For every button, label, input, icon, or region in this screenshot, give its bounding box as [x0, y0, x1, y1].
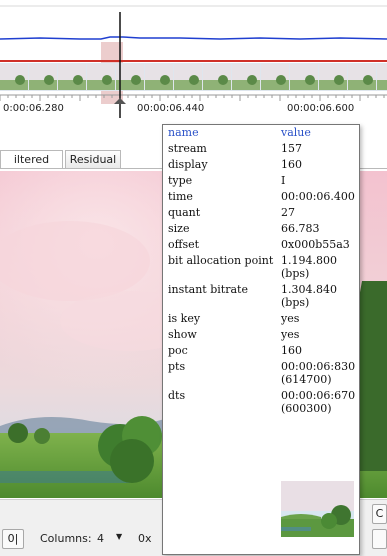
header-name: name	[168, 126, 199, 139]
tooltip-header-row: name value	[163, 125, 359, 141]
tooltip-row-value: 66.783	[281, 222, 320, 235]
tooltip-row-value: 160	[281, 158, 302, 171]
tooltip-row-value: 00:00:06:670 (600300)	[281, 389, 356, 415]
tooltip-row-name: type	[168, 174, 193, 187]
tooltip-row-value: 157	[281, 142, 302, 155]
tooltip-row: dts 00:00:06:670 (600300)	[163, 388, 359, 417]
ruler-ticks	[0, 95, 385, 101]
tooltip-row-name: time	[168, 190, 193, 203]
tooltip-row-name: bit allocation point	[168, 254, 274, 267]
frame-info-tooltip: name value stream 157 display 160 type Itime 0…	[162, 124, 360, 555]
columns-label: Columns:	[40, 532, 92, 545]
tooltip-row: size 66.783	[163, 221, 359, 237]
tooltip-row-name: quant	[168, 206, 201, 219]
tooltip-row: poc 160	[163, 343, 359, 359]
tooltip-row: quant 27	[163, 205, 359, 221]
tooltip-row-value: yes	[281, 328, 300, 341]
tooltip-row: bit allocation point 1.194.800 (bps)	[163, 253, 359, 282]
tooltip-row-name: size	[168, 222, 190, 235]
timeline-thumbnail	[0, 64, 28, 90]
toolbar-button-left[interactable]: 0|	[2, 529, 24, 549]
tooltip-row-name: show	[168, 328, 197, 341]
columns-dropdown-chevron-icon[interactable]: ▼	[116, 532, 122, 541]
timeline-thumbnail	[203, 64, 231, 90]
tooltip-row-value: 0x000b55a3	[281, 238, 350, 251]
river	[0, 471, 130, 483]
timeline-thumbnail	[261, 64, 289, 90]
tooltip-row-value: I	[281, 174, 286, 187]
tooltip-row: offset 0x000b55a3	[163, 237, 359, 253]
tooltip-row-value: yes	[281, 312, 300, 325]
frame-thumbnail-image	[281, 481, 354, 537]
toolbar-button-right[interactable]: C	[372, 504, 387, 524]
tooltip-row-name: offset	[168, 238, 200, 251]
timeline-thumbnail	[377, 64, 387, 90]
tooltip-row-value: 00:00:06.400	[281, 190, 355, 203]
tree	[34, 428, 50, 444]
bitrate-series	[0, 36, 387, 40]
tab-residual[interactable]: Residual	[65, 150, 121, 168]
view-tabs: iltered Residual	[0, 150, 170, 170]
timeline-thumbnail	[29, 64, 57, 90]
toolbar-scroll-button[interactable]	[372, 529, 387, 549]
tooltip-rows: stream 157 display 160 type Itime 00:00:06.400…	[163, 141, 359, 417]
timeline-thumbnail	[174, 64, 202, 90]
time-tick-label: 0:00:06.280	[3, 103, 64, 114]
tooltip-row-value: 160	[281, 344, 302, 357]
hex-checkbox-label[interactable]: 0x	[138, 532, 152, 545]
tooltip-row: pts 00:00:06:830 (614700)	[163, 359, 359, 388]
tooltip-row: instant bitrate 1.304.840 (bps)	[163, 282, 359, 311]
tooltip-row: is key yes	[163, 311, 359, 327]
tooltip-row: type I	[163, 173, 359, 189]
tab-filtered[interactable]: iltered	[0, 150, 63, 168]
tooltip-row-name: display	[168, 158, 208, 171]
tooltip-row-value: 1.304.840 (bps)	[281, 283, 337, 309]
tooltip-row-name: poc	[168, 344, 188, 357]
timeline-thumbnail	[232, 64, 260, 90]
tooltip-row-value: 1.194.800 (bps)	[281, 254, 337, 280]
header-value: value	[281, 126, 311, 139]
timeline-thumbnail	[145, 64, 173, 90]
bush	[110, 439, 154, 483]
timeline-thumbnail	[319, 64, 347, 90]
timeline-thumbnail	[348, 64, 376, 90]
frame-timeline[interactable]: 0:00:06.280 00:00:06.440 00:00:06.600	[0, 0, 387, 118]
columns-value[interactable]: 4	[97, 532, 104, 545]
time-tick-label: 00:00:06.440	[137, 103, 205, 114]
tooltip-row-name: stream	[168, 142, 207, 155]
tooltip-row-name: instant bitrate	[168, 283, 248, 296]
tooltip-row-name: pts	[168, 360, 186, 373]
tree	[8, 423, 28, 443]
tooltip-row-value: 27	[281, 206, 295, 219]
tooltip-row: display 160	[163, 157, 359, 173]
tooltip-row-name: dts	[168, 389, 186, 402]
thumbnail-strip	[0, 63, 387, 91]
tooltip-row-name: is key	[168, 312, 201, 325]
tooltip-row: stream 157	[163, 141, 359, 157]
timeline-graph	[0, 5, 387, 118]
tooltip-row: show yes	[163, 327, 359, 343]
timeline-thumbnail	[87, 64, 115, 90]
tooltip-row: time 00:00:06.400	[163, 189, 359, 205]
tooltip-row-value: 00:00:06:830 (614700)	[281, 360, 356, 386]
time-tick-label: 00:00:06.600	[287, 103, 355, 114]
timeline-thumbnail	[58, 64, 86, 90]
timeline-thumbnail	[290, 64, 318, 90]
